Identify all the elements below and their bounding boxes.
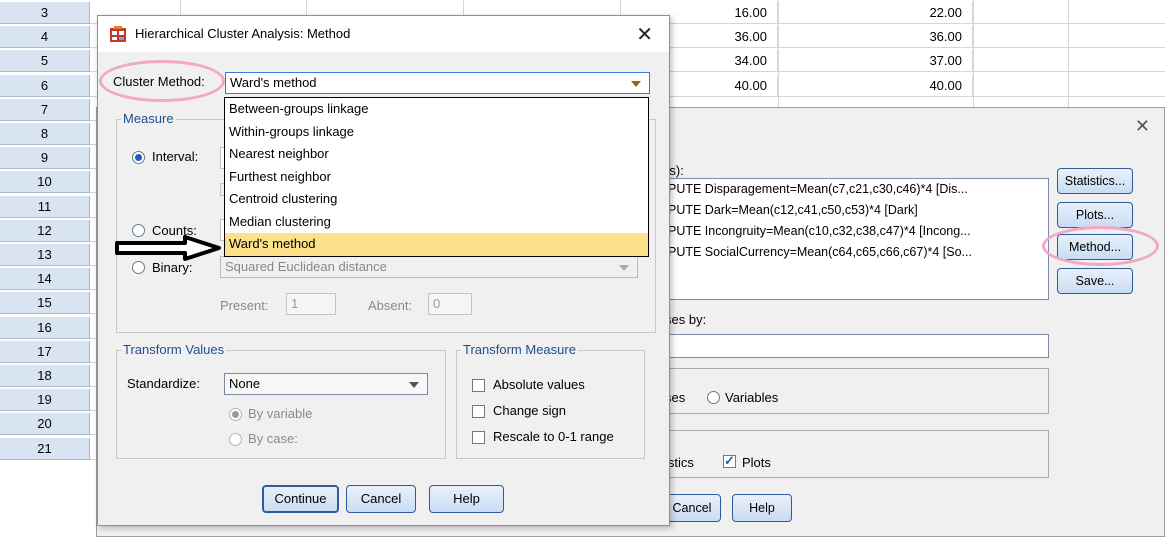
cancel-button[interactable]: Cancel bbox=[346, 485, 416, 513]
binary-measure-value: Squared Euclidean distance bbox=[225, 259, 387, 274]
row-number[interactable]: 15 bbox=[0, 292, 90, 315]
binary-label: Binary: bbox=[152, 260, 193, 275]
interval-label: Interval: bbox=[152, 149, 199, 164]
plots-button[interactable]: Plots... bbox=[1057, 202, 1133, 228]
row-number[interactable]: 8 bbox=[0, 123, 90, 145]
by-variable-label: By variable bbox=[248, 406, 313, 421]
list-item[interactable]: PUTE Disparagement=Mean(c7,c21,c30,c46)*… bbox=[664, 179, 1048, 200]
standardize-label: Standardize: bbox=[127, 376, 200, 391]
change-sign-label: Change sign bbox=[493, 403, 566, 418]
option-between-groups[interactable]: Between-groups linkage bbox=[225, 98, 648, 121]
by-variable-radio[interactable] bbox=[229, 408, 242, 421]
binary-radio[interactable] bbox=[132, 261, 145, 274]
row-number[interactable]: 3 bbox=[0, 2, 90, 24]
title-bar: Hierarchical Cluster Analysis: Method ✕ bbox=[98, 16, 669, 52]
row-number[interactable]: 4 bbox=[0, 26, 90, 49]
option-median[interactable]: Median clustering bbox=[225, 211, 648, 234]
row-number[interactable]: 12 bbox=[0, 219, 90, 242]
list-item[interactable]: PUTE Dark=Mean(c12,c41,c50,c53)*4 [Dark] bbox=[664, 200, 1048, 221]
absolute-values-checkbox[interactable] bbox=[472, 379, 485, 392]
help-button[interactable]: Help bbox=[429, 485, 504, 513]
measure-legend: Measure bbox=[121, 111, 176, 126]
option-centroid[interactable]: Centroid clustering bbox=[225, 188, 648, 211]
absent-label: Absent: bbox=[368, 298, 413, 313]
rescale-checkbox[interactable] bbox=[472, 431, 485, 444]
variables-list[interactable]: PUTE Disparagement=Mean(c7,c21,c30,c46)*… bbox=[663, 178, 1049, 300]
standardize-dropdown[interactable]: None bbox=[224, 373, 428, 395]
row-number[interactable]: 18 bbox=[0, 365, 90, 387]
change-sign-checkbox[interactable] bbox=[472, 405, 485, 418]
row-number[interactable]: 17 bbox=[0, 340, 90, 363]
spss-app-icon bbox=[110, 26, 126, 42]
row-number[interactable]: 20 bbox=[0, 413, 90, 436]
label-cases-label: ses by: bbox=[665, 312, 707, 327]
binary-measure-dropdown[interactable]: Squared Euclidean distance bbox=[220, 256, 638, 278]
absolute-values-label: Absolute values bbox=[493, 377, 585, 392]
chevron-down-icon[interactable] bbox=[409, 382, 419, 388]
interval-radio[interactable] bbox=[132, 151, 145, 164]
option-nearest-neighbor[interactable]: Nearest neighbor bbox=[225, 143, 648, 166]
by-case-label: By case: bbox=[248, 431, 298, 446]
cluster-method-value: Ward's method bbox=[230, 75, 317, 90]
present-label: Present: bbox=[220, 298, 269, 313]
row-number[interactable]: 6 bbox=[0, 74, 90, 97]
chevron-down-icon[interactable] bbox=[631, 81, 641, 87]
present-field[interactable]: 1 bbox=[286, 293, 336, 315]
label-cases-field[interactable] bbox=[663, 334, 1049, 358]
annotation-circle bbox=[99, 60, 225, 102]
row-number[interactable]: 21 bbox=[0, 437, 90, 460]
display-group bbox=[663, 430, 1049, 478]
table-cell[interactable]: 40.00 bbox=[778, 74, 973, 97]
absent-field[interactable]: 0 bbox=[428, 293, 472, 315]
table-cell[interactable]: 36.00 bbox=[778, 26, 973, 49]
row-number[interactable]: 7 bbox=[0, 98, 90, 121]
option-wards-method[interactable]: Ward's method bbox=[225, 233, 648, 256]
statistics-button[interactable]: Statistics... bbox=[1057, 168, 1133, 194]
parent-cancel-button[interactable]: Cancel bbox=[663, 494, 721, 522]
rescale-label: Rescale to 0-1 range bbox=[493, 429, 614, 444]
row-number[interactable]: 19 bbox=[0, 389, 90, 412]
close-icon[interactable]: ✕ bbox=[1135, 116, 1150, 137]
variables-radio-label: Variables bbox=[725, 390, 779, 405]
row-number[interactable]: 10 bbox=[0, 171, 90, 194]
annotation-circle bbox=[1042, 226, 1159, 266]
cluster-method-dropdown[interactable]: Ward's method bbox=[225, 72, 650, 94]
row-number[interactable]: 5 bbox=[0, 50, 90, 73]
table-cell[interactable]: 37.00 bbox=[778, 50, 973, 73]
transform-values-legend: Transform Values bbox=[121, 342, 227, 357]
row-number[interactable]: 14 bbox=[0, 268, 90, 291]
variables-radio[interactable] bbox=[707, 391, 720, 404]
row-number[interactable]: 13 bbox=[0, 244, 90, 266]
row-number[interactable]: 16 bbox=[0, 316, 90, 339]
row-number[interactable]: 9 bbox=[0, 147, 90, 170]
table-cell[interactable]: 22.00 bbox=[778, 2, 973, 24]
plots-checkbox[interactable] bbox=[723, 453, 736, 469]
arrow-annotation-icon bbox=[115, 235, 221, 261]
dialog-title: Hierarchical Cluster Analysis: Method bbox=[135, 26, 351, 41]
cluster-group bbox=[663, 368, 1049, 414]
plots-checkbox-label: Plots bbox=[742, 455, 771, 470]
save-button[interactable]: Save... bbox=[1057, 268, 1133, 294]
chevron-down-icon[interactable] bbox=[619, 265, 629, 271]
option-furthest-neighbor[interactable]: Furthest neighbor bbox=[225, 166, 648, 189]
continue-button[interactable]: Continue bbox=[262, 485, 339, 513]
option-within-groups[interactable]: Within-groups linkage bbox=[225, 121, 648, 144]
by-case-radio[interactable] bbox=[229, 433, 242, 446]
standardize-value: None bbox=[229, 376, 261, 391]
list-item[interactable]: PUTE SocialCurrency=Mean(c64,c65,c66,c67… bbox=[664, 242, 1048, 263]
parent-help-button[interactable]: Help bbox=[732, 494, 792, 522]
close-icon[interactable]: ✕ bbox=[636, 22, 653, 47]
cluster-method-options-list[interactable]: Between-groups linkage Within-groups lin… bbox=[224, 97, 649, 257]
row-number[interactable]: 11 bbox=[0, 195, 90, 218]
transform-measure-legend: Transform Measure bbox=[461, 342, 578, 357]
list-item[interactable]: PUTE Incongruity=Mean(c10,c32,c38,c47)*4… bbox=[664, 221, 1048, 242]
